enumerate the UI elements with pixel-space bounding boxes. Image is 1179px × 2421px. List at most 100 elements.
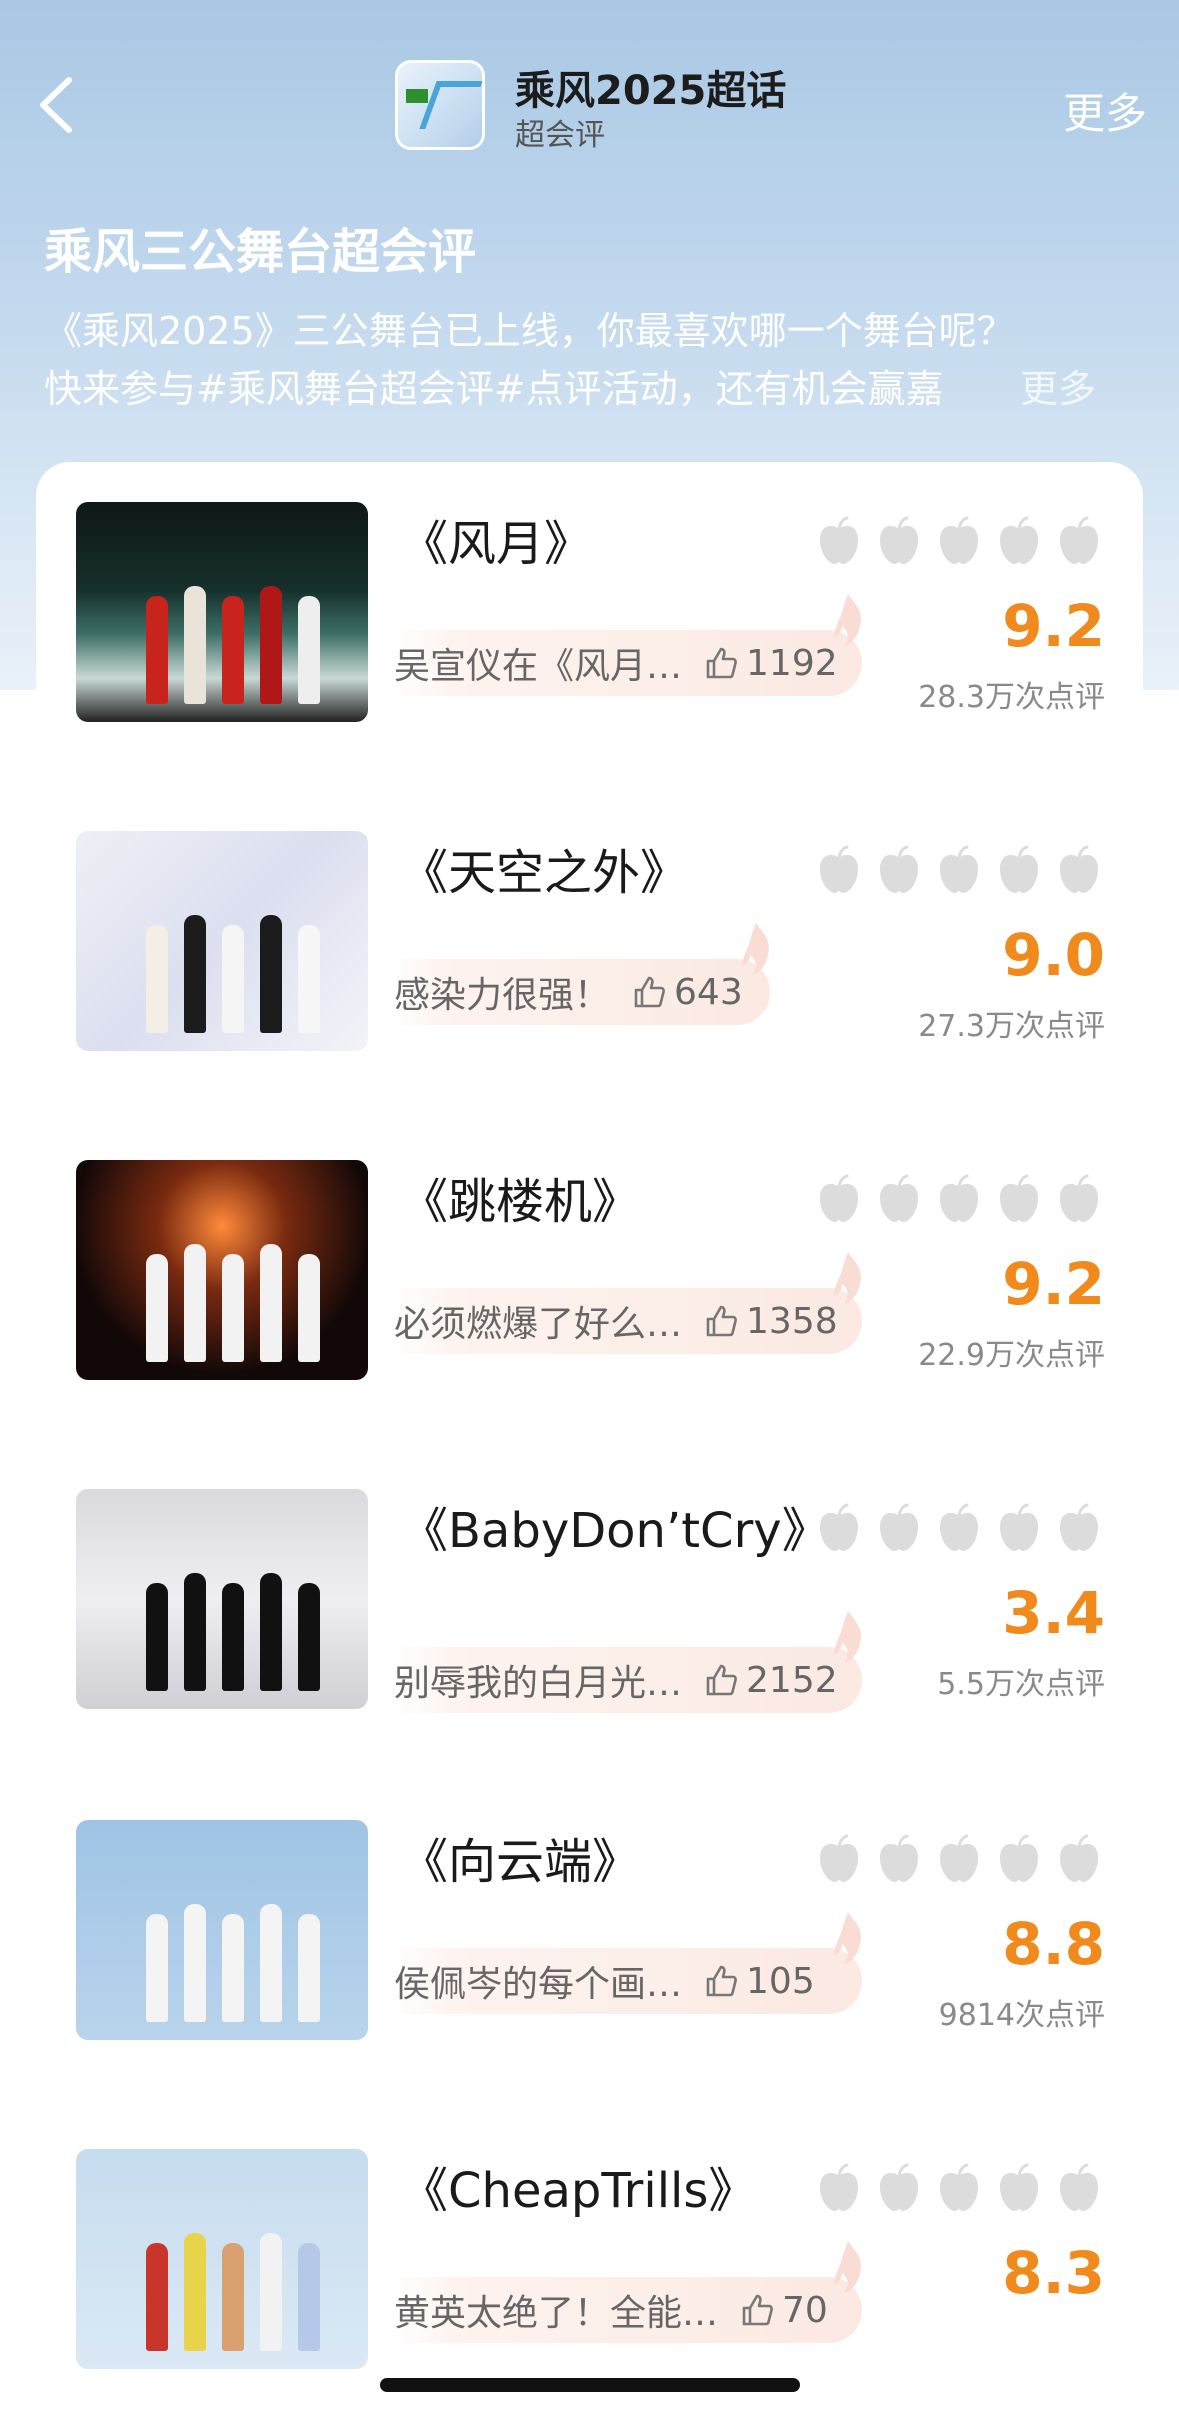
description-line-2: 快来参与#乘风舞台超会评#点评活动，还有机会赢嘉 <box>44 367 944 411</box>
apple-icon[interactable] <box>936 2163 982 2213</box>
rating-apples[interactable] <box>816 2163 1102 2213</box>
performer-figure <box>298 2243 320 2351</box>
performer-figure <box>298 1254 320 1362</box>
performer-figure <box>184 915 206 1033</box>
home-indicator <box>380 2378 800 2392</box>
performer-figure <box>146 925 168 1033</box>
apple-icon[interactable] <box>936 1834 982 1884</box>
rating-apples[interactable] <box>816 1503 1102 1553</box>
flame-icon <box>830 1910 866 1966</box>
score: 8.3 <box>1002 2239 1105 2307</box>
score: 8.8 <box>1002 1910 1105 1978</box>
like-count: 2152 <box>746 1659 838 1701</box>
stage-row[interactable]: 《BabyDon’tCry》 别辱我的白月光… 2152 3.4 5.5万次点评 <box>0 1489 1179 1719</box>
apple-icon[interactable] <box>816 1174 862 1224</box>
top-comment[interactable]: 吴宣仪在《风月… 1192 <box>390 594 862 696</box>
apple-icon[interactable] <box>816 1503 862 1553</box>
apple-icon[interactable] <box>816 1834 862 1884</box>
flame-icon <box>738 921 774 977</box>
apple-icon[interactable] <box>936 1503 982 1553</box>
page-title: 乘风三公舞台超会评 <box>44 224 477 280</box>
apple-icon[interactable] <box>1056 1834 1102 1884</box>
rating-apples[interactable] <box>816 1834 1102 1884</box>
like-count: 643 <box>674 971 743 1013</box>
apple-icon[interactable] <box>996 1503 1042 1553</box>
comment-text: 别辱我的白月光… <box>394 1663 683 1704</box>
apple-icon[interactable] <box>816 845 862 895</box>
top-comment[interactable]: 感染力很强！ 643 <box>390 923 770 1025</box>
apple-icon[interactable] <box>876 1174 922 1224</box>
stage-row[interactable]: 《CheapTrills》黄英太绝了！全能… 70 8.3 <box>0 2149 1179 2379</box>
thumbs-up-icon[interactable] <box>704 1964 738 1998</box>
more-button[interactable]: 更多 <box>1063 80 1147 141</box>
thumbs-up-icon[interactable] <box>704 646 738 680</box>
top-comment[interactable]: 黄英太绝了！全能… 70 <box>390 2241 862 2343</box>
stage-thumbnail[interactable] <box>76 831 368 1051</box>
apple-icon[interactable] <box>936 1174 982 1224</box>
performer-figure <box>222 1254 244 1362</box>
apple-icon[interactable] <box>936 516 982 566</box>
apple-icon[interactable] <box>876 1503 922 1553</box>
performer-figure <box>184 2233 206 2351</box>
thumbs-up-icon[interactable] <box>740 2293 774 2327</box>
top-comment[interactable]: 必须燃爆了好么… 1358 <box>390 1252 862 1354</box>
apple-icon[interactable] <box>876 845 922 895</box>
apple-icon[interactable] <box>996 1174 1042 1224</box>
rating-apples[interactable] <box>816 1174 1102 1224</box>
performer-figure <box>260 915 282 1033</box>
score: 3.4 <box>1002 1579 1105 1647</box>
back-button[interactable] <box>26 70 86 140</box>
comment-text: 侯佩岑的每个画… <box>394 1964 683 2005</box>
description-more-link[interactable]: 更多 <box>1020 358 1096 413</box>
apple-icon[interactable] <box>1056 1174 1102 1224</box>
top-comment[interactable]: 别辱我的白月光… 2152 <box>390 1611 862 1713</box>
like-count: 1192 <box>746 642 838 684</box>
apple-icon[interactable] <box>996 1834 1042 1884</box>
apple-icon[interactable] <box>1056 2163 1102 2213</box>
topic-logo[interactable] <box>395 60 485 150</box>
apple-icon[interactable] <box>876 1834 922 1884</box>
rating-apples[interactable] <box>816 516 1102 566</box>
stage-thumbnail[interactable] <box>76 1820 368 2040</box>
stage-title[interactable]: 《CheapTrills》 <box>400 2159 760 2223</box>
apple-icon[interactable] <box>876 516 922 566</box>
stage-row[interactable]: 《天空之外》 感染力很强！ 643 9.0 27.3万次点评 <box>0 831 1179 1061</box>
flame-icon <box>830 592 866 648</box>
stage-title[interactable]: 《BabyDon’tCry》 <box>400 1499 830 1563</box>
apple-icon[interactable] <box>936 845 982 895</box>
stage-title[interactable]: 《向云端》 <box>400 1830 760 1894</box>
stage-thumbnail[interactable] <box>76 1160 368 1380</box>
flame-icon <box>830 1250 866 1306</box>
like-count: 70 <box>782 2289 828 2331</box>
stage-thumbnail[interactable] <box>76 1489 368 1709</box>
stage-title[interactable]: 《风月》 <box>400 512 760 576</box>
apple-icon[interactable] <box>996 2163 1042 2213</box>
thumbs-up-icon[interactable] <box>704 1663 738 1697</box>
apple-icon[interactable] <box>876 2163 922 2213</box>
rating-apples[interactable] <box>816 845 1102 895</box>
thumbs-up-icon[interactable] <box>632 975 666 1009</box>
stage-row[interactable]: 《风月》 吴宣仪在《风月… 1192 9.2 28.3万次点评 <box>0 502 1179 732</box>
like-count: 1358 <box>746 1300 838 1342</box>
topic-title[interactable]: 乘风2025超话 <box>515 58 786 116</box>
apple-icon[interactable] <box>816 2163 862 2213</box>
performer-figure <box>184 586 206 704</box>
description-line-1: 《乘风2025》三公舞台已上线，你最喜欢哪一个舞台呢？ <box>44 309 1015 353</box>
stage-thumbnail[interactable] <box>76 502 368 722</box>
apple-icon[interactable] <box>1056 1503 1102 1553</box>
stage-title[interactable]: 《跳楼机》 <box>400 1170 760 1234</box>
stage-thumbnail[interactable] <box>76 2149 368 2369</box>
stage-title[interactable]: 《天空之外》 <box>400 841 760 905</box>
performer-figure <box>298 1583 320 1691</box>
performer-figure <box>222 2243 244 2351</box>
top-comment[interactable]: 侯佩岑的每个画… 105 <box>390 1912 862 2014</box>
apple-icon[interactable] <box>996 516 1042 566</box>
apple-icon[interactable] <box>1056 516 1102 566</box>
stage-row[interactable]: 《跳楼机》 必须燃爆了好么… 1358 9.2 22.9万次点评 <box>0 1160 1179 1390</box>
apple-icon[interactable] <box>816 516 862 566</box>
stage-row[interactable]: 《向云端》 侯佩岑的每个画… 105 8.8 9814次点评 <box>0 1820 1179 2050</box>
apple-icon[interactable] <box>996 845 1042 895</box>
thumbs-up-icon[interactable] <box>704 1304 738 1338</box>
performer-figure <box>146 596 168 704</box>
apple-icon[interactable] <box>1056 845 1102 895</box>
